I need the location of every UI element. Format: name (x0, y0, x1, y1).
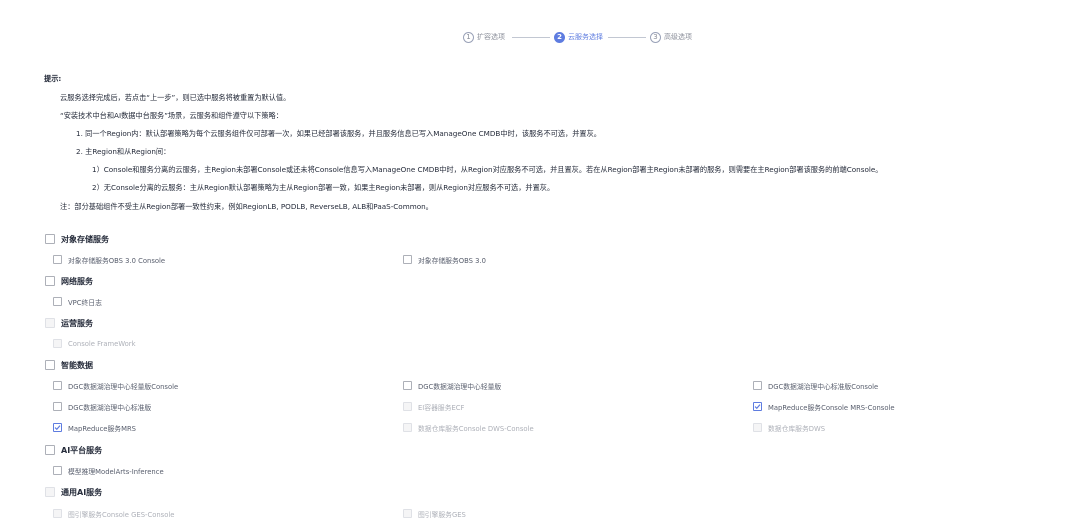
group-checkbox (45, 318, 55, 328)
tip-text: 1）Console和服务分离的云服务，主Region未部署Console或还未将… (92, 165, 883, 174)
step-number-2: 2 (554, 31, 565, 43)
group-title: 通用AI服务 (61, 487, 103, 497)
step-number-3: 3 (650, 31, 661, 43)
wizard-stepper: 1 扩容选项 2 云服务选择 3 高级选项 (0, 30, 1075, 44)
service-label: 图引擎服务Console GES-Console (68, 510, 175, 519)
group-title: 对象存储服务 (61, 234, 109, 244)
service-label: 图引擎服务GES (418, 510, 466, 519)
step-connector (512, 37, 550, 38)
service-label: Console FrameWork (68, 339, 136, 348)
service-mrs-console[interactable]: MapReduce服务Console MRS-Console (753, 401, 895, 412)
group-smart-data[interactable]: 智能数据 (45, 359, 93, 371)
group-ai-platform[interactable]: AI平台服务 (45, 444, 102, 456)
service-dgc-lite[interactable]: DGC数据湖治理中心轻量版 (403, 380, 501, 391)
service-obs[interactable]: 对象存储服务OBS 3.0 (403, 254, 486, 265)
step-connector (608, 37, 646, 38)
group-object-storage[interactable]: 对象存储服务 (45, 233, 109, 245)
service-label: EI容器服务ECF (418, 403, 465, 412)
step-label: 扩容选项 (477, 33, 505, 41)
tip-text: 2. 主Region和从Region间： (76, 147, 171, 156)
group-checkbox[interactable] (45, 234, 55, 244)
group-title: 智能数据 (61, 360, 93, 370)
service-checkbox[interactable] (53, 255, 62, 264)
service-dws-console: 数据仓库服务Console DWS-Console (403, 422, 534, 433)
service-checkbox[interactable] (753, 381, 762, 390)
service-dgc-lite-console[interactable]: DGC数据湖治理中心轻量版Console (53, 380, 178, 391)
group-general-ai: 通用AI服务 (45, 486, 102, 498)
group-checkbox[interactable] (45, 276, 55, 286)
tip-text: 2）无Console分离的云服务：主从Region默认部署策略为主从Region… (92, 183, 555, 192)
tip-text: 云服务选择完成后，若点击“上一步”，则已选中服务将被重置为默认值。 (60, 93, 291, 102)
step-label: 云服务选择 (568, 33, 603, 41)
service-checkbox (753, 423, 762, 432)
group-checkbox[interactable] (45, 360, 55, 370)
tip-text: “安装技术中台和AI数据中台服务”场景，云服务和组件遵守以下策略： (60, 111, 283, 120)
service-checkbox (53, 509, 62, 518)
service-label: MapReduce服务MRS (68, 424, 136, 433)
service-checkbox[interactable] (403, 381, 412, 390)
service-label: 数据仓库服务DWS (768, 424, 826, 433)
service-checkbox[interactable] (53, 402, 62, 411)
checkmark-icon (754, 404, 761, 410)
service-checkbox-checked[interactable] (753, 402, 762, 411)
service-checkbox[interactable] (53, 466, 62, 475)
step-expansion-options[interactable]: 1 扩容选项 (463, 30, 505, 44)
step-cloud-service-selection[interactable]: 2 云服务选择 (554, 30, 603, 44)
service-ges: 图引擎服务GES (403, 508, 466, 519)
service-ei-ecf: EI容器服务ECF (403, 401, 464, 412)
service-checkbox (403, 402, 412, 411)
tip-text: 注：部分基础组件不受主从Region部署一致性约束，例如RegionLB, PO… (60, 202, 433, 211)
service-checkbox (403, 423, 412, 432)
group-checkbox[interactable] (45, 445, 55, 455)
service-label: 模型推理ModelArts-Inference (68, 467, 164, 476)
service-dgc-standard[interactable]: DGC数据湖治理中心标准版 (53, 401, 151, 412)
service-label: VPC终日志 (68, 298, 102, 307)
service-mrs[interactable]: MapReduce服务MRS (53, 422, 136, 433)
service-dgc-standard-console[interactable]: DGC数据湖治理中心标准版Console (753, 380, 878, 391)
checkmark-icon (54, 425, 61, 431)
service-checkbox (53, 339, 62, 348)
service-vpc-log[interactable]: VPC终日志 (53, 296, 102, 307)
service-checkbox-checked[interactable] (53, 423, 62, 432)
group-title: 网络服务 (61, 276, 93, 286)
step-number-1: 1 (463, 31, 474, 43)
service-label: DGC数据湖治理中心标准版 (68, 403, 152, 412)
service-obs-console[interactable]: 对象存储服务OBS 3.0 Console (53, 254, 165, 265)
service-label: 对象存储服务OBS 3.0 Console (68, 256, 166, 265)
group-ops: 运营服务 (45, 317, 93, 329)
step-label: 高级选项 (664, 33, 692, 41)
service-ges-console: 图引擎服务Console GES-Console (53, 508, 174, 519)
tip-text: 1. 同一个Region内：默认部署策略为每个云服务组件仅可部署一次，如果已经部… (76, 129, 601, 138)
service-checkbox[interactable] (53, 381, 62, 390)
service-label: 数据仓库服务Console DWS-Console (418, 424, 534, 433)
service-checkbox[interactable] (53, 297, 62, 306)
group-title: 运营服务 (61, 318, 93, 328)
service-checkbox[interactable] (403, 255, 412, 264)
service-console-framework: Console FrameWork (53, 338, 136, 349)
group-network[interactable]: 网络服务 (45, 275, 93, 287)
service-dws: 数据仓库服务DWS (753, 422, 825, 433)
service-label: 对象存储服务OBS 3.0 (418, 256, 486, 265)
service-label: DGC数据湖治理中心标准版Console (768, 382, 879, 391)
group-title: AI平台服务 (61, 445, 103, 455)
group-checkbox (45, 487, 55, 497)
service-modelarts-inference[interactable]: 模型推理ModelArts-Inference (53, 465, 164, 476)
service-label: DGC数据湖治理中心轻量版Console (68, 382, 179, 391)
tips-heading: 提示: (44, 74, 62, 83)
service-label: DGC数据湖治理中心轻量版 (418, 382, 502, 391)
step-advanced-options[interactable]: 3 高级选项 (650, 30, 692, 44)
service-label: MapReduce服务Console MRS-Console (768, 403, 895, 412)
service-checkbox (403, 509, 412, 518)
